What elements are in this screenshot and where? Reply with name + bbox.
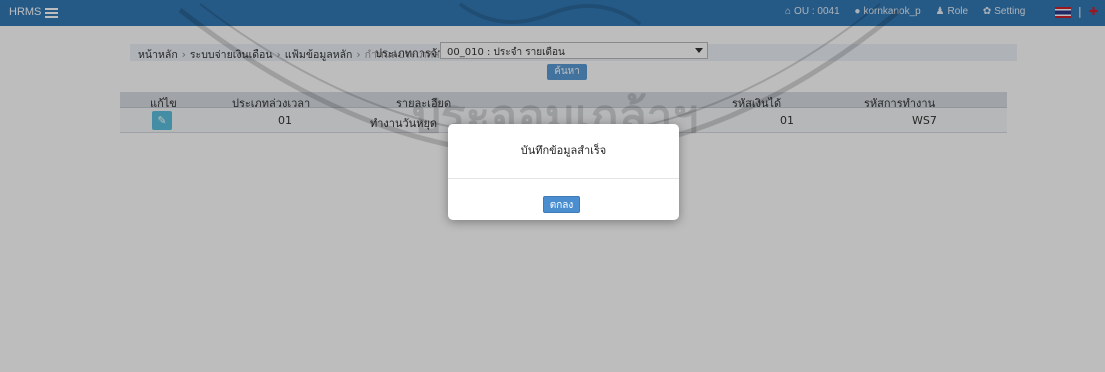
dialog-divider	[448, 178, 679, 179]
ok-button[interactable]: ตกลง	[543, 196, 580, 213]
dialog-message: บันทึกข้อมูลสำเร็จ	[520, 144, 607, 157]
success-dialog: บันทึกข้อมูลสำเร็จ ตกลง	[448, 124, 679, 220]
